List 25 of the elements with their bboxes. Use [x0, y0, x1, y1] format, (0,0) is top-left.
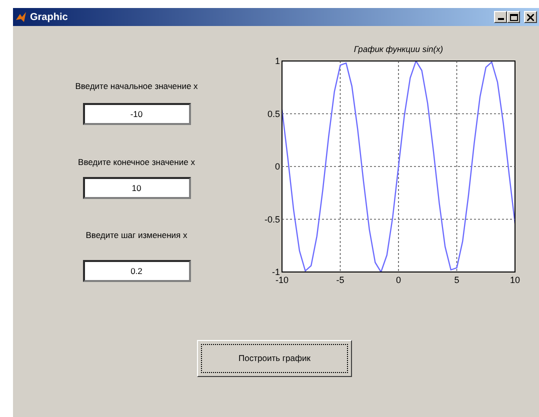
y-tick-label: 0 [274, 162, 280, 172]
maximize-button[interactable] [507, 11, 520, 23]
x-tick-label: 5 [454, 275, 460, 285]
x-tick-label: -10 [276, 275, 288, 285]
input-field[interactable]: 0.2 [82, 260, 190, 282]
app-logo-icon [15, 11, 27, 23]
field-label: Введите начальное значение x [75, 80, 198, 93]
close-button[interactable] [524, 11, 537, 23]
x-tick-label: 0 [396, 275, 401, 285]
plot-button[interactable]: Построить график [197, 340, 352, 377]
chart-title: График функции sin(x) [354, 44, 444, 54]
x-tick-label: 10 [510, 275, 520, 285]
close-icon [527, 14, 534, 20]
y-tick-label: -1 [272, 267, 280, 277]
input-field[interactable]: 10 [82, 176, 190, 198]
y-tick-label: 0.5 [267, 108, 280, 119]
y-tick-label: -0.5 [264, 214, 280, 224]
maximize-icon [510, 14, 518, 20]
field-label: Введите шаг изменения x [86, 228, 188, 242]
input-field[interactable]: -10 [82, 102, 190, 125]
window-title: Graphic [30, 10, 68, 24]
minimize-button[interactable] [494, 11, 507, 23]
y-tick-label: 1 [274, 56, 280, 66]
x-tick-label: -5 [336, 275, 344, 285]
field-label: Введите конечное значение x [78, 156, 195, 168]
